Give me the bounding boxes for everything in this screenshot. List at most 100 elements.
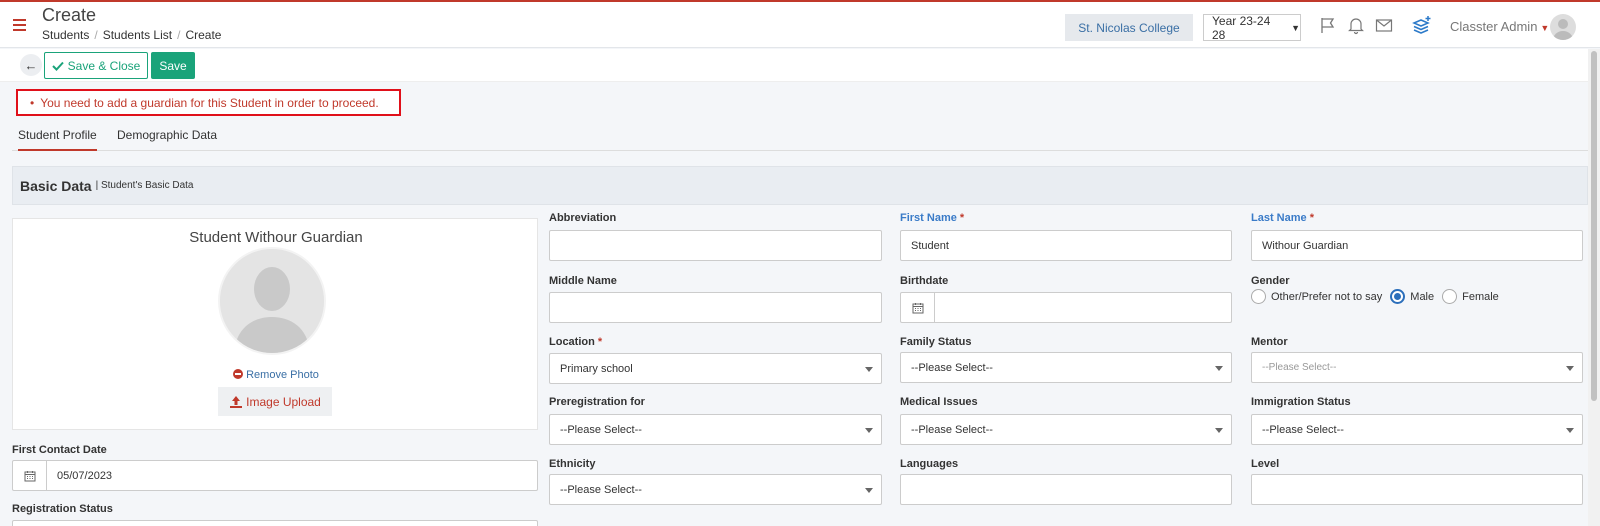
save-button[interactable]: Save — [151, 52, 195, 79]
chevron-down-icon — [865, 488, 873, 493]
page-title: Create — [42, 5, 97, 25]
scrollbar-thumb[interactable] — [1591, 51, 1597, 401]
mail-icon[interactable] — [1374, 15, 1394, 35]
family-status-select[interactable]: --Please Select-- — [900, 352, 1232, 383]
preregistration-label: Preregistration for — [549, 396, 645, 408]
save-close-button[interactable]: Save & Close — [44, 52, 148, 79]
gender-option-female[interactable]: Female — [1442, 289, 1499, 304]
mentor-value: --Please Select-- — [1262, 362, 1337, 373]
image-upload-button[interactable]: Image Upload — [218, 387, 332, 416]
preregistration-select[interactable]: --Please Select-- — [549, 414, 882, 445]
basic-data-header: Basic Data | Student's Basic Data — [12, 166, 1588, 205]
layers-add-icon[interactable] — [1412, 15, 1432, 35]
immigration-status-label: Immigration Status — [1251, 396, 1351, 408]
last-name-label: Last Name * — [1251, 212, 1314, 224]
user-menu[interactable]: Classter Admin ▼ — [1450, 19, 1549, 34]
registration-status-field[interactable] — [12, 520, 538, 526]
remove-photo-label: Remove Photo — [246, 369, 319, 381]
calendar-icon[interactable] — [901, 293, 935, 322]
gender-label: Gender — [1251, 275, 1290, 287]
calendar-icon[interactable] — [13, 461, 47, 490]
chevron-down-icon — [1566, 428, 1574, 433]
chevron-down-icon — [865, 367, 873, 372]
page-scrollbar[interactable] — [1588, 49, 1600, 526]
student-photo-card: Student Withour Guardian Remove Photo Im… — [12, 218, 538, 430]
bell-icon[interactable] — [1346, 15, 1366, 35]
first-name-input[interactable]: Student — [900, 230, 1232, 261]
gender-other-label: Other/Prefer not to say — [1271, 290, 1383, 303]
radio-button[interactable] — [1442, 289, 1458, 304]
chevron-down-icon: ▼ — [1540, 23, 1550, 33]
gender-male-label: Male — [1410, 290, 1435, 303]
tab-student-profile[interactable]: Student Profile — [18, 128, 97, 151]
user-silhouette-icon — [220, 249, 324, 353]
student-photo — [218, 247, 326, 355]
immigration-status-select[interactable]: --Please Select-- — [1251, 414, 1583, 445]
radio-button[interactable] — [1251, 289, 1266, 304]
student-name: Student Withour Guardian — [189, 229, 363, 246]
family-status-value: --Please Select-- — [911, 361, 993, 374]
abbreviation-input[interactable] — [549, 230, 882, 261]
birthdate-field[interactable] — [900, 292, 1232, 323]
location-select[interactable]: Primary school — [549, 353, 882, 384]
year-label: Year 23-24 28 — [1212, 13, 1271, 42]
location-label: Location * — [549, 336, 602, 348]
breadcrumb-students-list[interactable]: Students List — [103, 28, 172, 42]
year-selector[interactable]: Year 23-24 28 ▼ — [1203, 13, 1301, 42]
ethnicity-label: Ethnicity — [549, 458, 596, 470]
avatar[interactable] — [1550, 14, 1576, 40]
languages-input[interactable] — [900, 474, 1232, 505]
tab-demographic-data[interactable]: Demographic Data — [117, 128, 217, 151]
medical-issues-value: --Please Select-- — [911, 423, 993, 436]
app-header: Create Students / Students List / Create St.… — [0, 2, 1600, 48]
image-upload-label: Image Upload — [246, 394, 321, 409]
registration-status-label: Registration Status — [12, 503, 113, 515]
arrow-left-icon: ← — [24, 57, 38, 73]
validation-alert: • You need to add a guardian for this St… — [16, 89, 401, 116]
first-name-label-text: First Name — [900, 212, 957, 224]
level-input[interactable] — [1251, 474, 1583, 505]
action-toolbar: ← Save & Close Save — [0, 49, 1588, 82]
chevron-down-icon: ▼ — [1291, 22, 1300, 33]
first-contact-date-label: First Contact Date — [12, 444, 107, 456]
location-label-text: Location — [549, 336, 595, 348]
profile-tabs: Student Profile Demographic Data — [12, 124, 1588, 151]
first-contact-date-field[interactable]: 05/07/2023 — [12, 460, 538, 491]
breadcrumb-students[interactable]: Students — [42, 28, 89, 42]
check-icon — [51, 61, 64, 71]
radio-button-selected[interactable] — [1390, 289, 1406, 304]
chevron-down-icon — [1566, 366, 1574, 371]
minus-circle-icon — [233, 369, 244, 379]
remove-photo-link[interactable]: Remove Photo — [13, 369, 539, 381]
gender-option-male[interactable]: Male — [1390, 289, 1434, 304]
back-button[interactable]: ← — [20, 54, 42, 76]
breadcrumb-current: Create — [185, 28, 222, 42]
alert-message: You need to add a guardian for this Stud… — [40, 95, 379, 110]
user-silhouette-icon — [1553, 19, 1573, 40]
level-label: Level — [1251, 458, 1280, 470]
menu-icon[interactable] — [13, 19, 26, 34]
last-name-input[interactable]: Withour Guardian — [1251, 230, 1583, 261]
first-contact-date-value: 05/07/2023 — [57, 469, 113, 482]
gender-female-label: Female — [1462, 290, 1499, 303]
chevron-down-icon — [1215, 366, 1223, 371]
mentor-select[interactable]: --Please Select-- — [1251, 352, 1583, 383]
medical-issues-select[interactable]: --Please Select-- — [900, 414, 1232, 445]
college-selector[interactable]: St. Nicolas College — [1065, 14, 1193, 41]
breadcrumb: Students / Students List / Create — [42, 28, 221, 42]
breadcrumb-separator: / — [177, 28, 181, 42]
gender-radio-group: Other/Prefer not to say Male Female — [1251, 289, 1507, 304]
required-marker: * — [1309, 212, 1314, 224]
middle-name-label: Middle Name — [549, 275, 617, 287]
ethnicity-select[interactable]: --Please Select-- — [549, 474, 882, 505]
breadcrumb-separator: / — [94, 28, 98, 42]
birthdate-label: Birthdate — [900, 275, 949, 287]
required-marker: * — [959, 212, 965, 224]
mentor-label: Mentor — [1251, 336, 1288, 348]
flag-icon[interactable] — [1318, 15, 1338, 35]
ethnicity-value: --Please Select-- — [560, 483, 642, 496]
gender-option-other[interactable]: Other/Prefer not to say — [1251, 289, 1382, 304]
last-name-label-text: Last Name — [1251, 212, 1307, 224]
chevron-down-icon — [1215, 428, 1223, 433]
middle-name-input[interactable] — [549, 292, 882, 323]
